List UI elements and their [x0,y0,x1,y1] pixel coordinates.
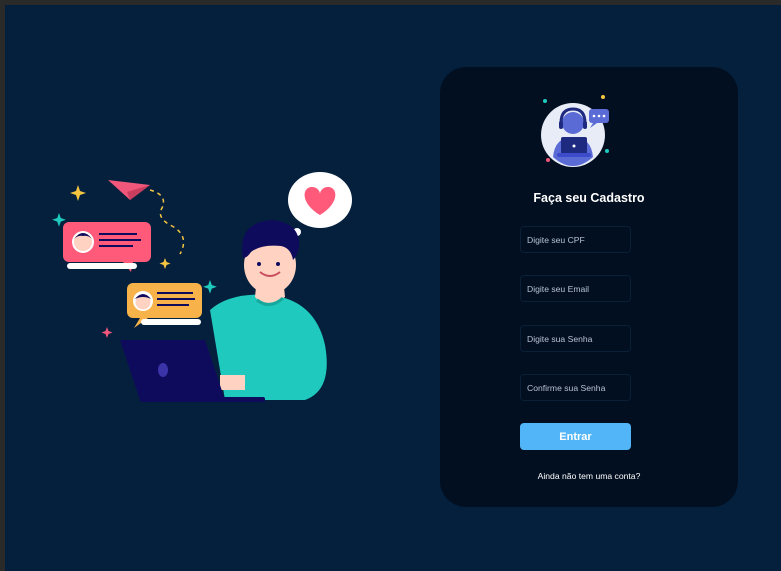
cpf-input[interactable] [520,226,631,253]
person-figure [210,220,327,400]
signup-title: Faça seu Cadastro [533,191,645,205]
signup-link[interactable]: Ainda não tem uma conta? [440,471,738,481]
password-input[interactable] [520,325,631,352]
page-background: Faça seu Cadastro Entrar Ainda não tem u… [5,5,781,571]
chat-illustration [45,165,365,415]
chat-bubble-icon [127,283,202,328]
confirm-password-input[interactable] [520,374,631,401]
chat-illustration-svg [52,172,352,402]
email-input[interactable] [520,275,631,302]
sparkle-icon [101,327,113,338]
chat-bubble-icon [63,222,151,272]
signup-card: Faça seu Cadastro Entrar Ainda não tem u… [440,67,738,507]
heart-icon [288,172,352,236]
submit-button[interactable]: Entrar [520,423,631,450]
support-agent-icon [539,95,619,171]
